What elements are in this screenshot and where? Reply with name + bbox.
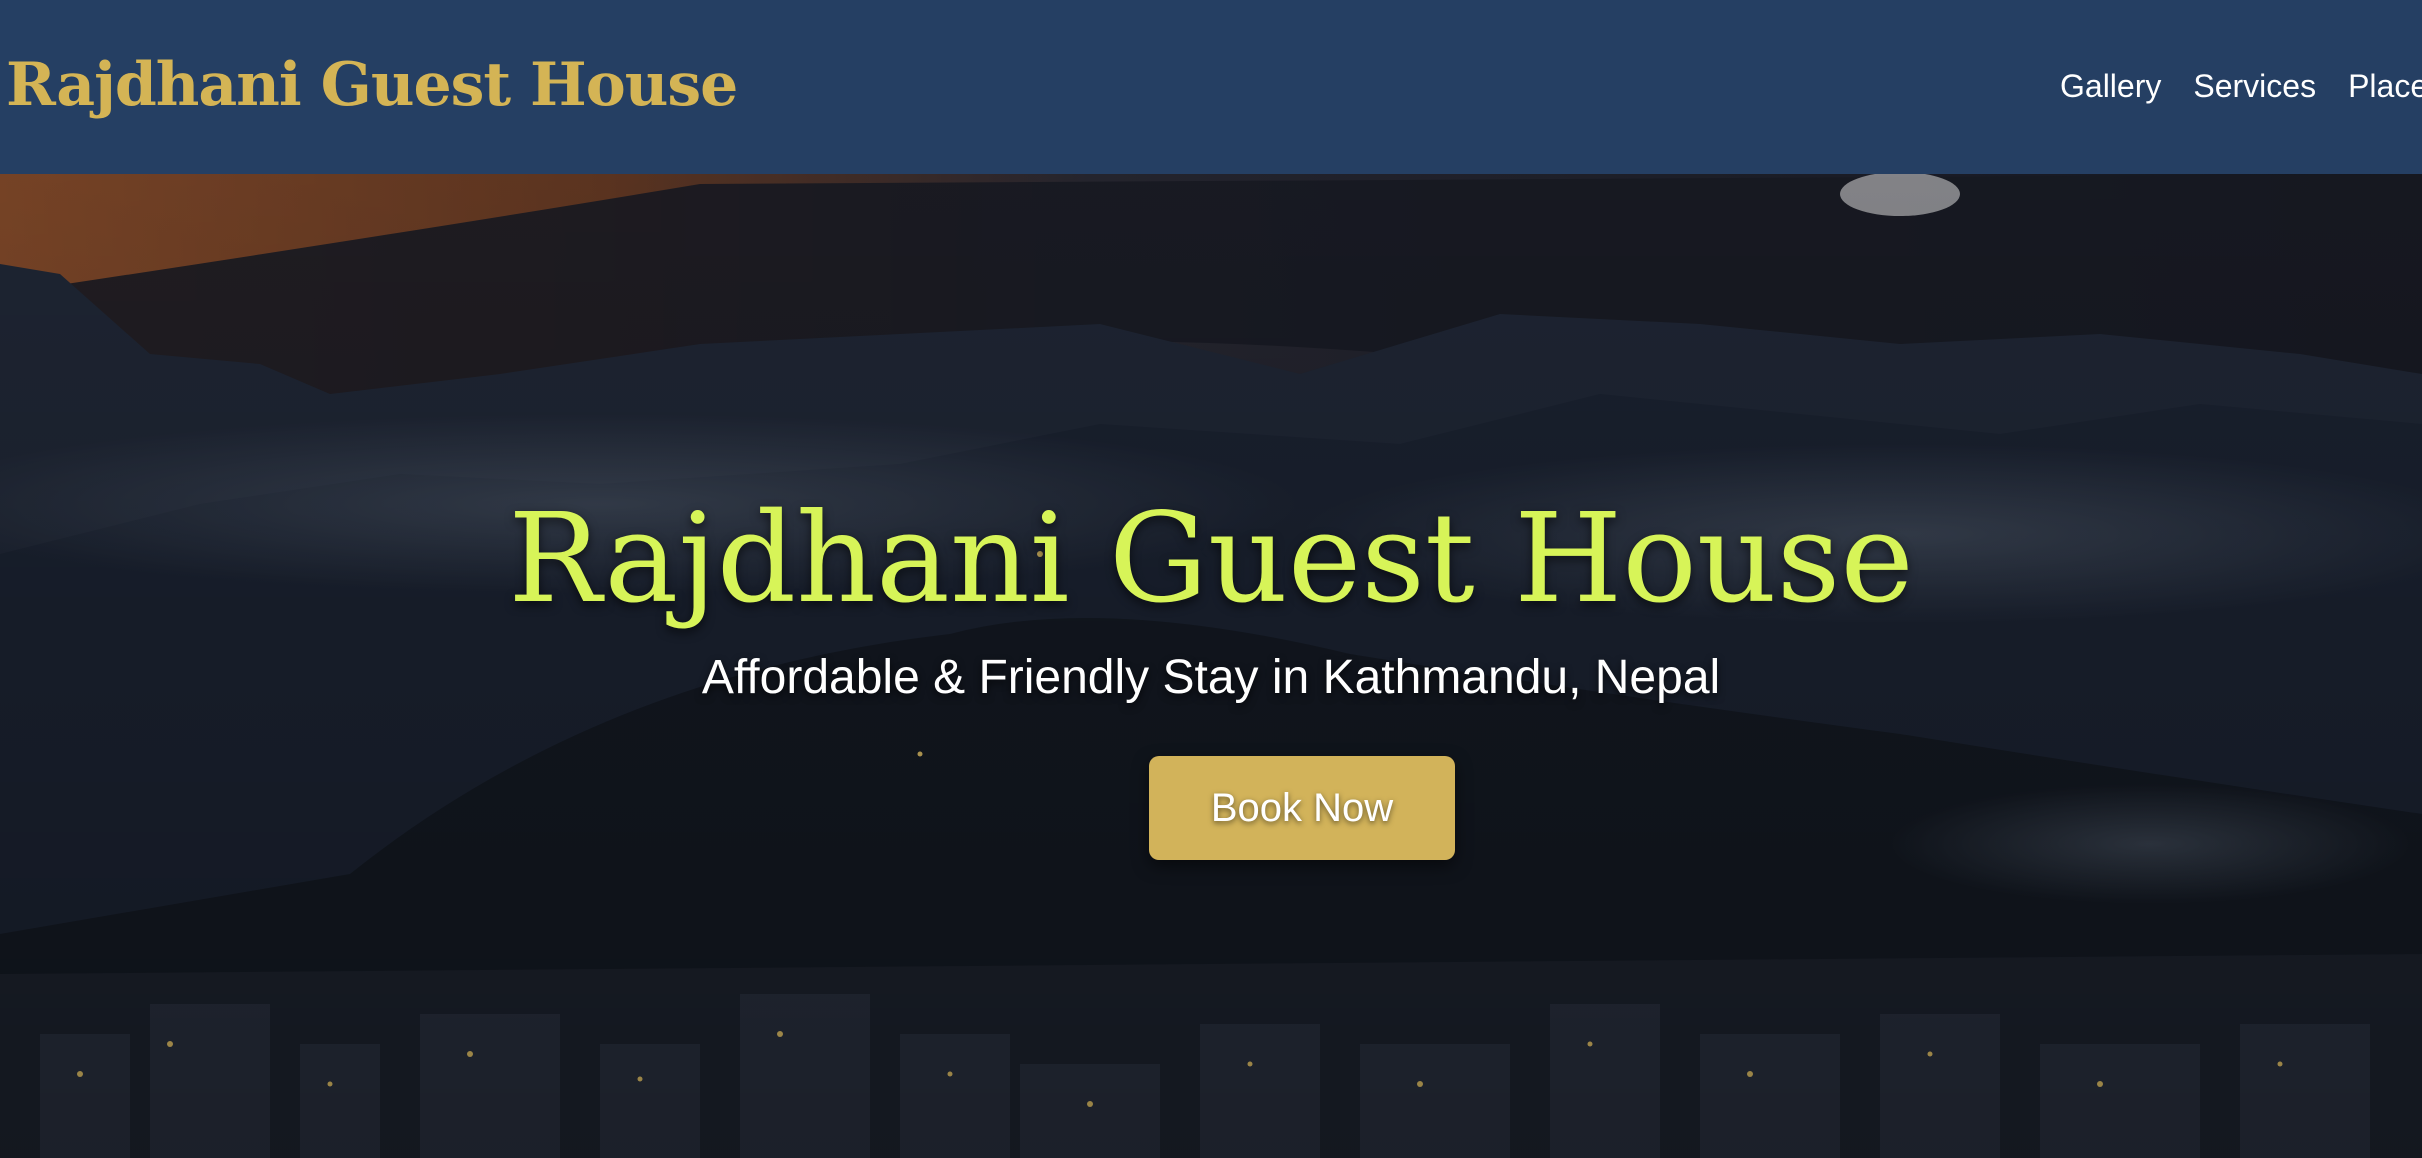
nav-link-places[interactable]: Places [2348, 58, 2422, 114]
brand-logo-text[interactable]: Rajdhani Guest House [6, 40, 738, 130]
hero-section: Rajdhani Guest House Affordable & Friend… [0, 174, 2422, 1158]
hero-subtitle: Affordable & Friendly Stay in Kathmandu,… [701, 651, 1721, 704]
nav-link-services[interactable]: Services [2193, 58, 2316, 114]
book-now-button[interactable]: Book Now [1149, 756, 1455, 860]
main-nav: Gallery Services Places [2060, 58, 2422, 114]
hero-title: Rajdhani Guest House [508, 487, 1914, 631]
nav-link-gallery[interactable]: Gallery [2060, 58, 2161, 114]
site-header: Rajdhani Guest House Gallery Services Pl… [0, 0, 2422, 174]
hero-content: Rajdhani Guest House Affordable & Friend… [0, 174, 2422, 1158]
